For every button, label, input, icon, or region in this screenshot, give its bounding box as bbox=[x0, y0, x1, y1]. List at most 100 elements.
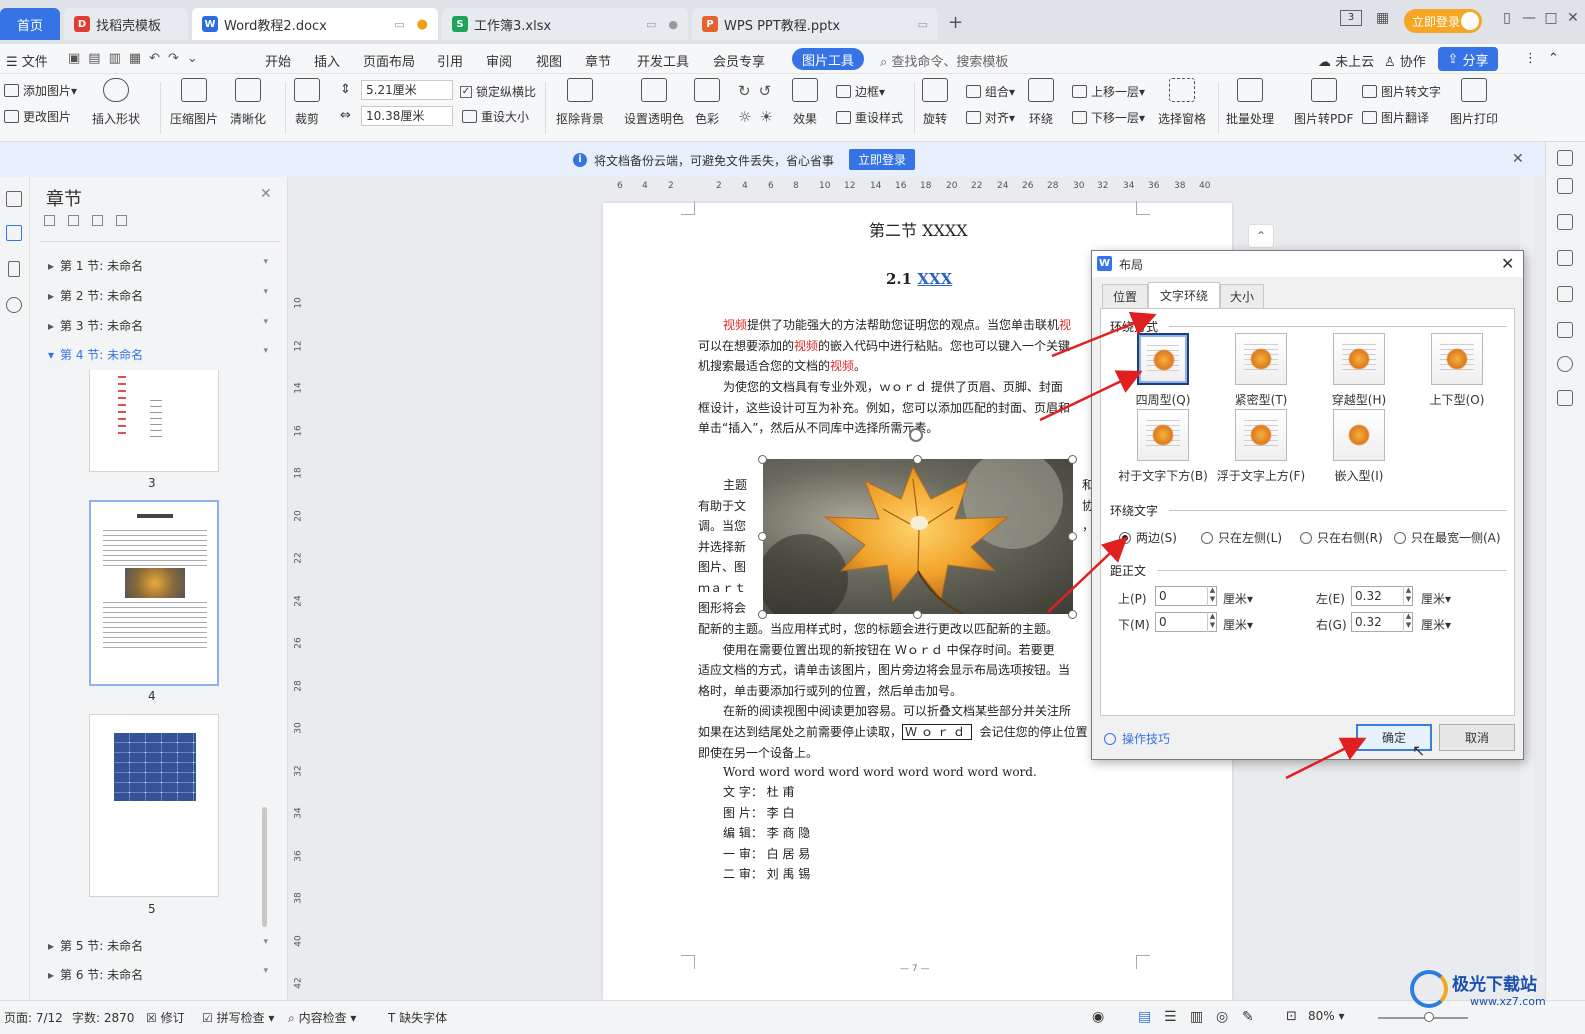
pen-icon[interactable] bbox=[1557, 214, 1573, 230]
close-window-icon[interactable]: ✕ bbox=[1562, 10, 1584, 26]
page-counter-icon[interactable]: 3 bbox=[1340, 10, 1362, 26]
compass-icon[interactable] bbox=[1557, 356, 1573, 372]
selected-image[interactable] bbox=[763, 459, 1073, 614]
revise-toggle[interactable]: ☒ 修订 bbox=[146, 1009, 185, 1026]
tips-link[interactable]: 操作技巧 bbox=[1104, 730, 1170, 747]
tab-position[interactable]: 位置 bbox=[1102, 284, 1148, 308]
resize-handle[interactable] bbox=[913, 455, 922, 464]
spinner-icon[interactable]: ▲ ▼ bbox=[1403, 612, 1413, 632]
resize-handle[interactable] bbox=[758, 455, 767, 464]
cloud-button[interactable]: ☁ 未上云 bbox=[1318, 51, 1374, 70]
resize-handle[interactable] bbox=[1068, 532, 1077, 541]
section-item[interactable]: ▸ 第 5 节: 未命名 ▾ bbox=[48, 937, 268, 954]
page-indicator[interactable]: 页面: 7/12 bbox=[4, 1009, 63, 1026]
align-button[interactable]: 对齐 ▾ bbox=[966, 109, 1015, 126]
section-item[interactable]: ▸ 第 2 节: 未命名 ▾ bbox=[48, 287, 268, 304]
close-notice-icon[interactable]: ✕ bbox=[1512, 151, 1524, 167]
border-button[interactable]: 边框 ▾ bbox=[836, 83, 885, 100]
spinner-icon[interactable]: ▲ ▼ bbox=[1207, 612, 1217, 632]
content-check-button[interactable]: ⌕ 内容检查 ▾ bbox=[288, 1009, 356, 1026]
resize-handle[interactable] bbox=[758, 532, 767, 541]
share-button[interactable]: ⇪ 分享 bbox=[1438, 47, 1498, 71]
reset-size-button[interactable]: 重设大小 bbox=[462, 108, 529, 125]
bring-forward-button[interactable]: 上移一层 ▾ bbox=[1072, 83, 1145, 100]
wrap-option-top-bottom[interactable]: 上下型(O) bbox=[1409, 333, 1505, 408]
login-button[interactable]: 立即登录 bbox=[1404, 9, 1482, 33]
page-thumbnail[interactable] bbox=[89, 714, 219, 897]
rotate-handle-icon[interactable] bbox=[909, 428, 923, 442]
spell-check-toggle[interactable]: ☑ 拼写检查 ▾ bbox=[202, 1009, 274, 1026]
wrap-option-behind[interactable]: 衬于文字下方(B) bbox=[1115, 409, 1211, 484]
wrap-button[interactable]: 环绕 bbox=[1028, 78, 1054, 127]
add-image-button[interactable]: 添加图片 ▾ bbox=[4, 82, 77, 99]
dropdown-icon[interactable]: ▾ bbox=[263, 966, 268, 976]
search-command[interactable]: ⌕ 查找命令、搜索模板 bbox=[880, 51, 1008, 70]
rocket-icon[interactable] bbox=[1557, 178, 1573, 194]
layers-icon[interactable] bbox=[1557, 322, 1573, 338]
chapter-nav-icon[interactable] bbox=[6, 225, 22, 241]
dropdown-icon[interactable]: ▾ bbox=[263, 317, 268, 327]
remove-section-icon[interactable] bbox=[116, 215, 127, 226]
print-button[interactable]: 图片打印 bbox=[1450, 78, 1498, 127]
tab-size[interactable]: 大小 bbox=[1220, 284, 1264, 308]
missing-font-button[interactable]: T 缺失字体 bbox=[388, 1009, 447, 1026]
menu-references[interactable]: 引用 bbox=[437, 51, 463, 70]
subheading-link[interactable]: XXX bbox=[917, 270, 952, 288]
page-thumbnail-selected[interactable] bbox=[89, 500, 219, 686]
minimize-icon[interactable]: — bbox=[1518, 10, 1540, 26]
quick-access-icons[interactable]: ▣▤▥▦↶↷⌄ bbox=[68, 51, 206, 66]
spinner-icon[interactable]: ▲ ▼ bbox=[1403, 586, 1413, 606]
width-input[interactable]: 10.38厘米 bbox=[361, 106, 453, 126]
eye-icon[interactable]: ◉ bbox=[1092, 1009, 1104, 1025]
menu-member[interactable]: 会员专享 bbox=[713, 51, 765, 70]
collab-button[interactable]: ♙ 协作 bbox=[1384, 51, 1426, 70]
resize-handle[interactable] bbox=[1068, 610, 1077, 619]
expand-strip-icon[interactable] bbox=[1557, 150, 1573, 166]
zoom-level[interactable]: 80% ▾ bbox=[1308, 1009, 1345, 1023]
to-pdf-button[interactable]: 图片转PDF bbox=[1294, 78, 1353, 127]
web-view-icon[interactable]: ◎ bbox=[1216, 1009, 1228, 1025]
collapse-ribbon-icon[interactable]: ⌃ bbox=[1548, 51, 1559, 66]
book-icon[interactable] bbox=[1557, 390, 1573, 406]
tab-presentation[interactable]: P WPS PPT教程.pptx ▭ bbox=[692, 8, 938, 40]
dialog-close-icon[interactable]: ✕ bbox=[1501, 254, 1514, 273]
bookmark-icon[interactable] bbox=[8, 261, 20, 277]
transparent-button[interactable]: 设置透明色 bbox=[624, 78, 684, 127]
selection-pane-button[interactable]: 选择窗格 bbox=[1158, 78, 1206, 127]
zoom-slider[interactable] bbox=[1378, 1017, 1468, 1019]
word-count[interactable]: 字数: 2870 bbox=[72, 1009, 134, 1026]
crop-button[interactable]: 裁剪 bbox=[294, 78, 320, 127]
read-view-icon[interactable]: ▥ bbox=[1190, 1009, 1203, 1025]
outline-view-icon[interactable]: ☰ bbox=[1164, 1009, 1177, 1025]
new-tab-icon[interactable]: + bbox=[948, 12, 963, 33]
radio-left-only[interactable]: 只在左侧(L) bbox=[1201, 529, 1282, 546]
menu-section[interactable]: 章节 bbox=[585, 51, 611, 70]
remove-bg-button[interactable]: 抠除背景 bbox=[556, 78, 604, 127]
resize-handle[interactable] bbox=[913, 610, 922, 619]
tab-templates[interactable]: D 找稻壳模板 bbox=[64, 8, 188, 40]
panel-scrollbar[interactable] bbox=[262, 807, 267, 927]
horizontal-ruler[interactable]: 6 4 2 2 4 6 8 10 12 14 16 18 20 22 24 26 28 30 32 34 36 38 40 bbox=[290, 177, 1520, 203]
send-backward-button[interactable]: 下移一层 ▾ bbox=[1072, 109, 1145, 126]
collapse-icon[interactable] bbox=[68, 215, 79, 226]
dropdown-icon[interactable]: ▾ bbox=[263, 937, 268, 947]
menu-file[interactable]: ☰ 文件 bbox=[6, 51, 48, 70]
menu-review[interactable]: 审阅 bbox=[486, 51, 512, 70]
fit-icon[interactable]: ⊡ bbox=[1286, 1009, 1297, 1024]
wrap-option-inline[interactable]: 嵌入型(I) bbox=[1311, 409, 1407, 484]
add-section-icon[interactable] bbox=[92, 215, 103, 226]
spinner-icon[interactable]: ▲ ▼ bbox=[1207, 586, 1217, 606]
tab-text-wrapping[interactable]: 文字环绕 bbox=[1148, 282, 1220, 308]
unit-dropdown[interactable]: 厘米▾ bbox=[1421, 590, 1451, 607]
section-item[interactable]: ▸ 第 6 节: 未命名 ▾ bbox=[48, 966, 268, 983]
change-image-button[interactable]: 更改图片 bbox=[4, 108, 71, 125]
height-input[interactable]: 5.21厘米 bbox=[361, 80, 453, 100]
cancel-button[interactable]: 取消 bbox=[1439, 724, 1515, 751]
menu-insert[interactable]: 插入 bbox=[314, 51, 340, 70]
find-icon[interactable] bbox=[6, 297, 22, 313]
effect-button[interactable]: 效果 bbox=[792, 78, 818, 127]
page-view-icon[interactable]: ▤ bbox=[1138, 1009, 1151, 1025]
color-button[interactable]: 色彩 bbox=[694, 78, 720, 127]
to-text-button[interactable]: 图片转文字 bbox=[1362, 83, 1441, 100]
tab-home[interactable]: 首页 bbox=[0, 8, 60, 40]
